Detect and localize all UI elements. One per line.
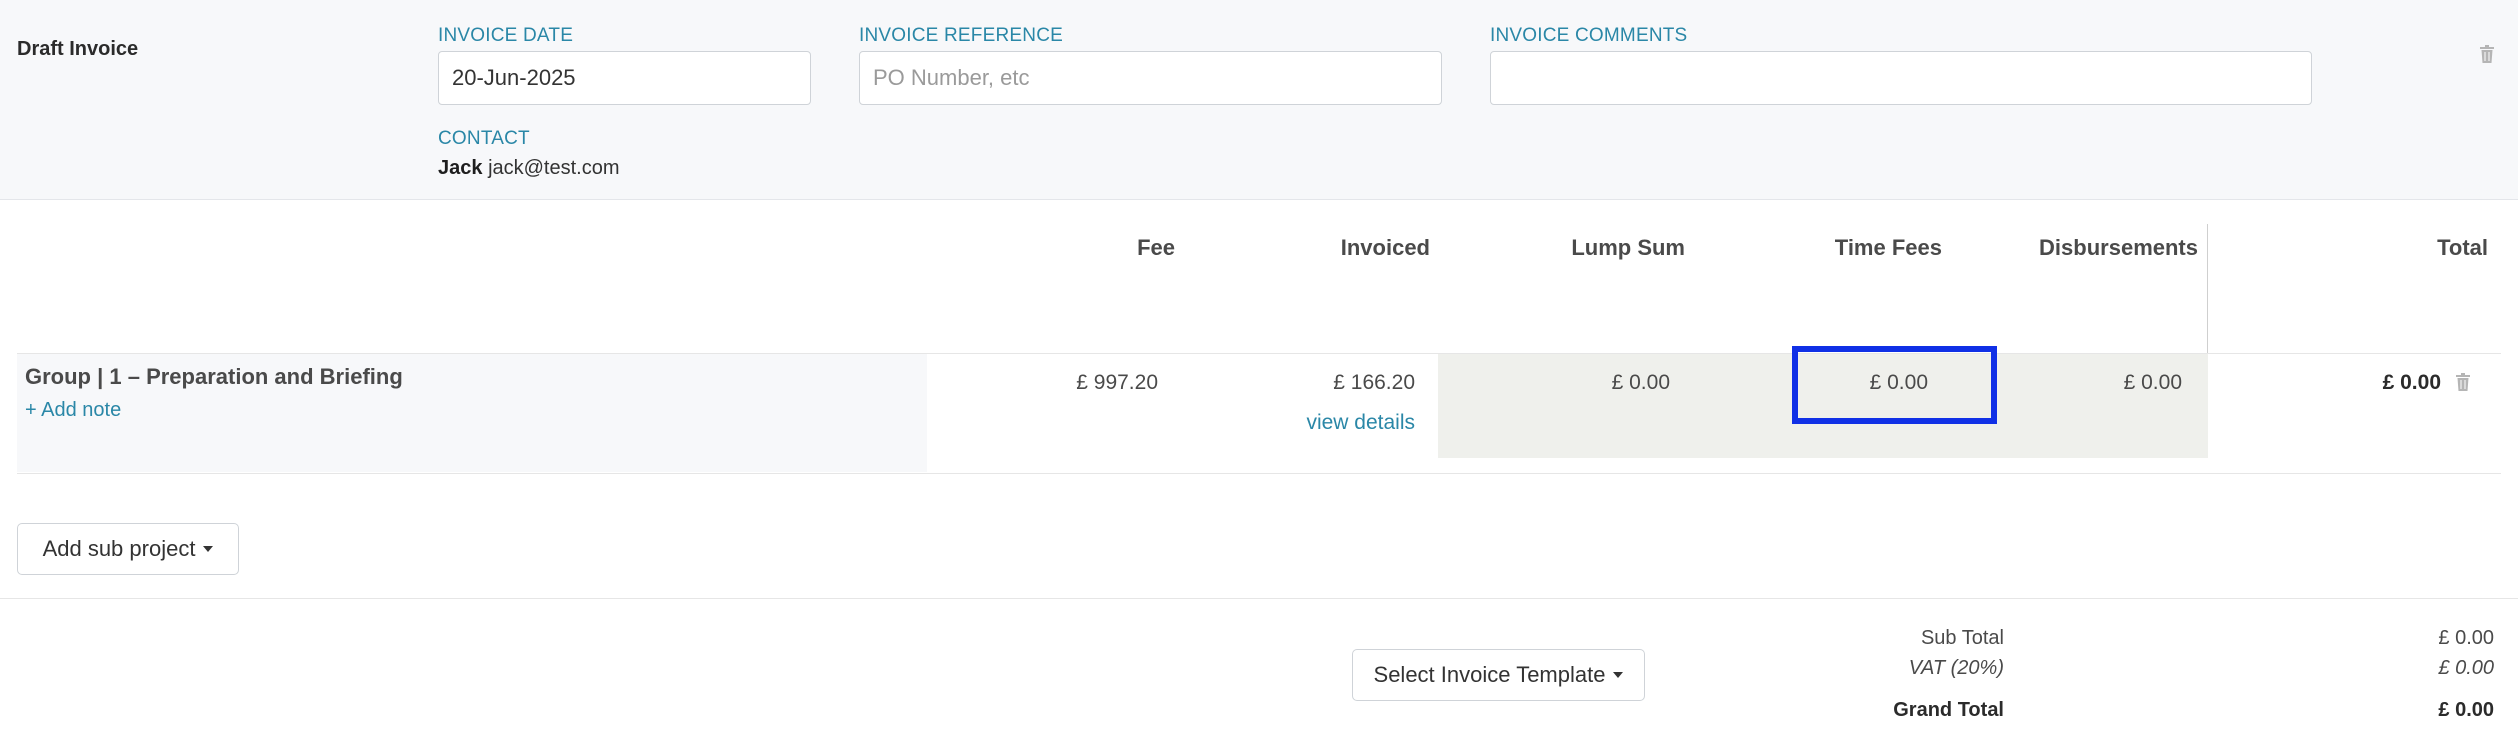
column-header-time-fees: Time Fees: [1834, 235, 1942, 260]
invoice-date-input[interactable]: [438, 51, 811, 105]
select-invoice-template-button[interactable]: Select Invoice Template: [1352, 649, 1645, 701]
cell-invoiced: £ 166.20: [1333, 371, 1415, 394]
invoice-header: Draft Invoice INVOICE DATE INVOICE REFER…: [0, 0, 2518, 200]
footer-divider: [0, 598, 2518, 599]
column-header-total: Total: [2437, 235, 2488, 260]
invoice-comments-input[interactable]: [1490, 51, 2312, 105]
contact-email: jack@test.com: [488, 157, 620, 179]
invoice-reference-input[interactable]: [859, 51, 1442, 105]
contact-name: Jack: [438, 157, 483, 179]
column-header-fee: Fee: [1137, 235, 1175, 260]
delete-row-trash-icon[interactable]: [2456, 373, 2470, 391]
cell-fee: £ 997.20: [1076, 371, 1158, 394]
row-title: Group | 1 – Preparation and Briefing: [25, 364, 403, 389]
select-invoice-template-label: Select Invoice Template: [1373, 662, 1606, 687]
add-sub-project-button[interactable]: Add sub project: [17, 523, 239, 575]
time-fees-highlight: [1792, 346, 1997, 424]
column-header-invoiced: Invoiced: [1340, 235, 1430, 260]
caret-down-icon: [1613, 672, 1624, 678]
add-note-link[interactable]: + Add note: [25, 399, 121, 422]
vat-value: £ 0.00: [2438, 657, 2494, 679]
cell-total: £ 0.00: [2382, 371, 2441, 394]
grand-total-label: Grand Total: [1893, 699, 2004, 721]
row-divider-bottom: [17, 473, 2501, 474]
sub-total-value: £ 0.00: [2438, 627, 2494, 649]
invoice-comments-label: INVOICE COMMENTS: [1490, 25, 1688, 46]
sub-total-label: Sub Total: [1920, 627, 2004, 649]
vat-label: VAT (20%): [1908, 657, 2004, 679]
view-details-link[interactable]: view details: [1180, 411, 1415, 435]
contact-value: Jack jack@test.com: [438, 157, 620, 180]
invoice-date-label: INVOICE DATE: [438, 25, 574, 46]
delete-invoice-trash-icon[interactable]: [2480, 45, 2494, 63]
cell-lump-sum[interactable]: £ 0.00: [1440, 371, 1670, 395]
grand-total-value: £ 0.00: [2438, 699, 2494, 721]
add-sub-project-label: Add sub project: [42, 536, 196, 561]
column-header-disbursements: Disbursements: [2039, 235, 2198, 260]
page-title: Draft Invoice: [17, 38, 139, 60]
contact-label: CONTACT: [438, 128, 530, 149]
column-header-lump-sum: Lump Sum: [1571, 235, 1685, 260]
caret-down-icon: [203, 546, 214, 552]
invoice-reference-label: INVOICE REFERENCE: [859, 25, 1063, 46]
